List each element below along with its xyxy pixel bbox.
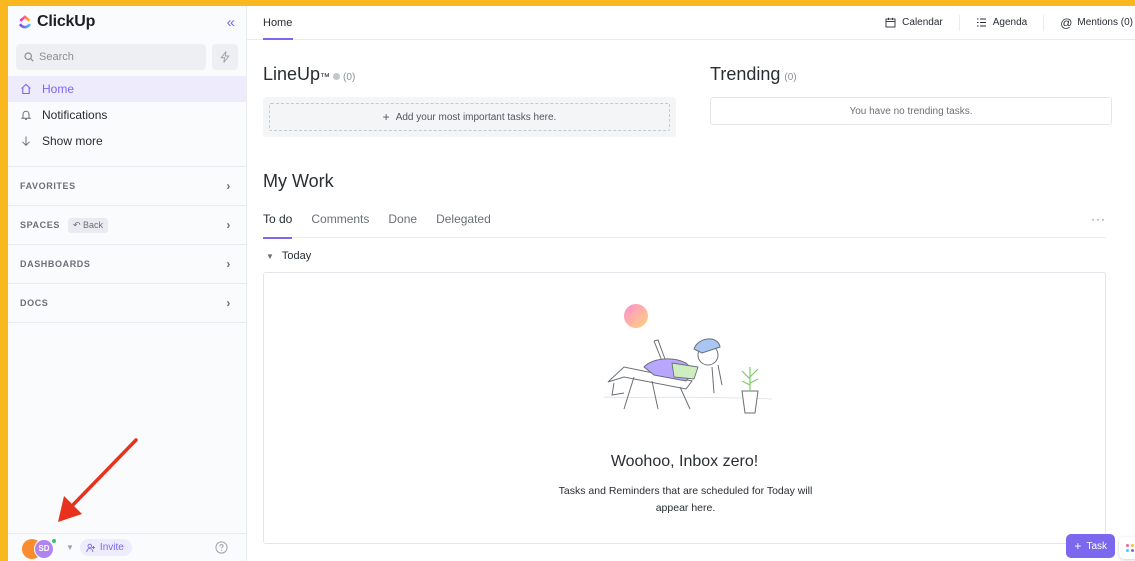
lineup-count: (0) bbox=[343, 72, 356, 83]
add-lineup-label: Add your most important tasks here. bbox=[395, 111, 557, 123]
sidebar-item-home[interactable]: Home bbox=[8, 76, 246, 102]
mentions-label: Mentions (0) bbox=[1077, 17, 1133, 28]
sidebar-item-label: Notifications bbox=[42, 108, 108, 122]
trending-title: Trending bbox=[710, 64, 781, 84]
add-task-label: Task bbox=[1086, 540, 1107, 552]
info-icon[interactable] bbox=[333, 73, 341, 80]
calendar-label: Calendar bbox=[902, 17, 943, 28]
tab-delegated[interactable]: Delegated bbox=[436, 212, 491, 238]
top-bar: Home Calendar Agenda @ Mentions (0) bbox=[247, 6, 1135, 40]
apps-launcher-button[interactable] bbox=[1119, 537, 1135, 559]
tab-comments[interactable]: Comments bbox=[311, 212, 369, 238]
tab-to-do[interactable]: To do bbox=[263, 211, 293, 239]
collapse-sidebar-icon[interactable]: « bbox=[227, 14, 238, 31]
section-label: FAVORITES bbox=[20, 181, 76, 191]
sidebar-footer: SD ▼ Invite bbox=[8, 533, 246, 561]
tab-label: Done bbox=[388, 211, 418, 226]
help-icon[interactable] bbox=[215, 541, 228, 554]
today-group-toggle[interactable]: ▼ Today bbox=[263, 250, 1127, 262]
caret-down-icon: ▼ bbox=[266, 251, 274, 261]
caret-down-icon[interactable]: ▼ bbox=[66, 543, 74, 552]
calendar-icon bbox=[885, 17, 896, 28]
clickup-logo-icon bbox=[19, 15, 31, 29]
trending-empty-text: You have no trending tasks. bbox=[849, 105, 973, 117]
arrow-down-icon bbox=[22, 136, 30, 147]
page-title: Home bbox=[263, 16, 293, 29]
trending-count: (0) bbox=[784, 72, 797, 83]
add-person-icon bbox=[86, 543, 95, 552]
add-lineup-task-button[interactable]: + Add your most important tasks here. bbox=[269, 103, 670, 131]
sidebar: ClickUp « Search Home Notifications Show… bbox=[8, 6, 247, 561]
lineup-dropzone: + Add your most important tasks here. bbox=[263, 97, 676, 137]
tab-label: Delegated bbox=[436, 211, 491, 226]
tab-label: To do bbox=[263, 211, 293, 226]
agenda-button[interactable]: Agenda bbox=[960, 17, 1043, 28]
brand-name: ClickUp bbox=[37, 13, 96, 30]
agenda-icon bbox=[976, 18, 986, 27]
add-task-button[interactable]: + Task bbox=[1066, 534, 1115, 558]
at-icon: @ bbox=[1060, 15, 1073, 30]
section-label: DASHBOARDS bbox=[20, 259, 91, 269]
section-label: SPACES bbox=[20, 220, 60, 230]
main-content: Home Calendar Agenda @ Mentions (0) Line… bbox=[247, 6, 1135, 561]
back-button[interactable]: ↶ Back bbox=[67, 217, 109, 233]
mentions-button[interactable]: @ Mentions (0) bbox=[1044, 16, 1135, 30]
active-view-indicator bbox=[263, 38, 293, 40]
logo-row: ClickUp « bbox=[8, 6, 246, 38]
search-input[interactable]: Search bbox=[16, 44, 206, 70]
bolt-icon bbox=[220, 51, 230, 63]
section-favorites[interactable]: FAVORITES › bbox=[8, 167, 246, 206]
tab-label: Comments bbox=[311, 211, 370, 226]
more-options-icon[interactable]: ··· bbox=[1091, 212, 1106, 226]
sidebar-item-label: Show more bbox=[42, 134, 103, 148]
app-window: ClickUp « Search Home Notifications Show… bbox=[8, 6, 1135, 561]
my-work-tabs: To do Comments Done Delegated ··· bbox=[263, 211, 1106, 239]
view-actions: Calendar Agenda @ Mentions (0) bbox=[869, 14, 1135, 31]
lineup-heading: LineUp ™ (0) bbox=[263, 64, 676, 85]
invite-label: Invite bbox=[99, 542, 124, 553]
section-spaces[interactable]: SPACES ↶ Back › bbox=[8, 206, 246, 245]
chevron-right-icon: › bbox=[226, 257, 231, 271]
avatar[interactable]: SD bbox=[20, 537, 64, 559]
sidebar-nav: Home Notifications Show more bbox=[8, 70, 246, 154]
section-label: DOCS bbox=[20, 298, 49, 308]
home-icon bbox=[21, 83, 31, 95]
chevron-right-icon: › bbox=[226, 218, 231, 232]
plus-icon: + bbox=[1074, 539, 1082, 553]
search-placeholder: Search bbox=[39, 51, 74, 63]
quick-actions-button[interactable] bbox=[212, 44, 238, 70]
group-label: Today bbox=[281, 250, 312, 262]
inbox-zero-illustration bbox=[603, 304, 773, 414]
invite-button[interactable]: Invite bbox=[79, 539, 132, 556]
tab-done[interactable]: Done bbox=[388, 212, 417, 238]
sidebar-item-notifications[interactable]: Notifications bbox=[8, 102, 246, 128]
search-row: Search bbox=[8, 38, 246, 70]
my-work-section: My Work To do Comments Done Delegated ··… bbox=[263, 171, 1127, 544]
trademark-mark: ™ bbox=[320, 72, 331, 83]
back-label: Back bbox=[83, 219, 104, 230]
search-icon bbox=[24, 52, 34, 62]
calendar-button[interactable]: Calendar bbox=[869, 17, 959, 28]
chevron-right-icon: › bbox=[226, 296, 231, 310]
section-docs[interactable]: DOCS › bbox=[8, 284, 246, 323]
lineup-section: LineUp ™ (0) + Add your most important tas… bbox=[263, 64, 676, 137]
bell-icon bbox=[20, 110, 32, 120]
empty-state-title: Woohoo, Inbox zero! bbox=[610, 453, 759, 470]
online-status-dot bbox=[51, 537, 57, 544]
sidebar-item-show-more[interactable]: Show more bbox=[8, 128, 246, 154]
trending-heading: Trending (0) bbox=[710, 64, 1112, 85]
trending-section: Trending (0) You have no trending tasks. bbox=[710, 64, 1112, 125]
lineup-title: LineUp bbox=[263, 64, 321, 84]
empty-state-subtitle: Tasks and Reminders that are scheduled f… bbox=[558, 485, 813, 514]
sidebar-item-label: Home bbox=[42, 82, 75, 96]
trending-empty-state: You have no trending tasks. bbox=[710, 97, 1112, 125]
plus-icon: + bbox=[382, 110, 390, 124]
inbox-zero-card: Woohoo, Inbox zero! Tasks and Reminders … bbox=[263, 272, 1106, 544]
section-dashboards[interactable]: DASHBOARDS › bbox=[8, 245, 246, 284]
chevron-right-icon: › bbox=[226, 179, 231, 193]
apps-grid-icon bbox=[1126, 544, 1134, 552]
agenda-label: Agenda bbox=[992, 17, 1028, 28]
my-work-title: My Work bbox=[263, 171, 334, 191]
